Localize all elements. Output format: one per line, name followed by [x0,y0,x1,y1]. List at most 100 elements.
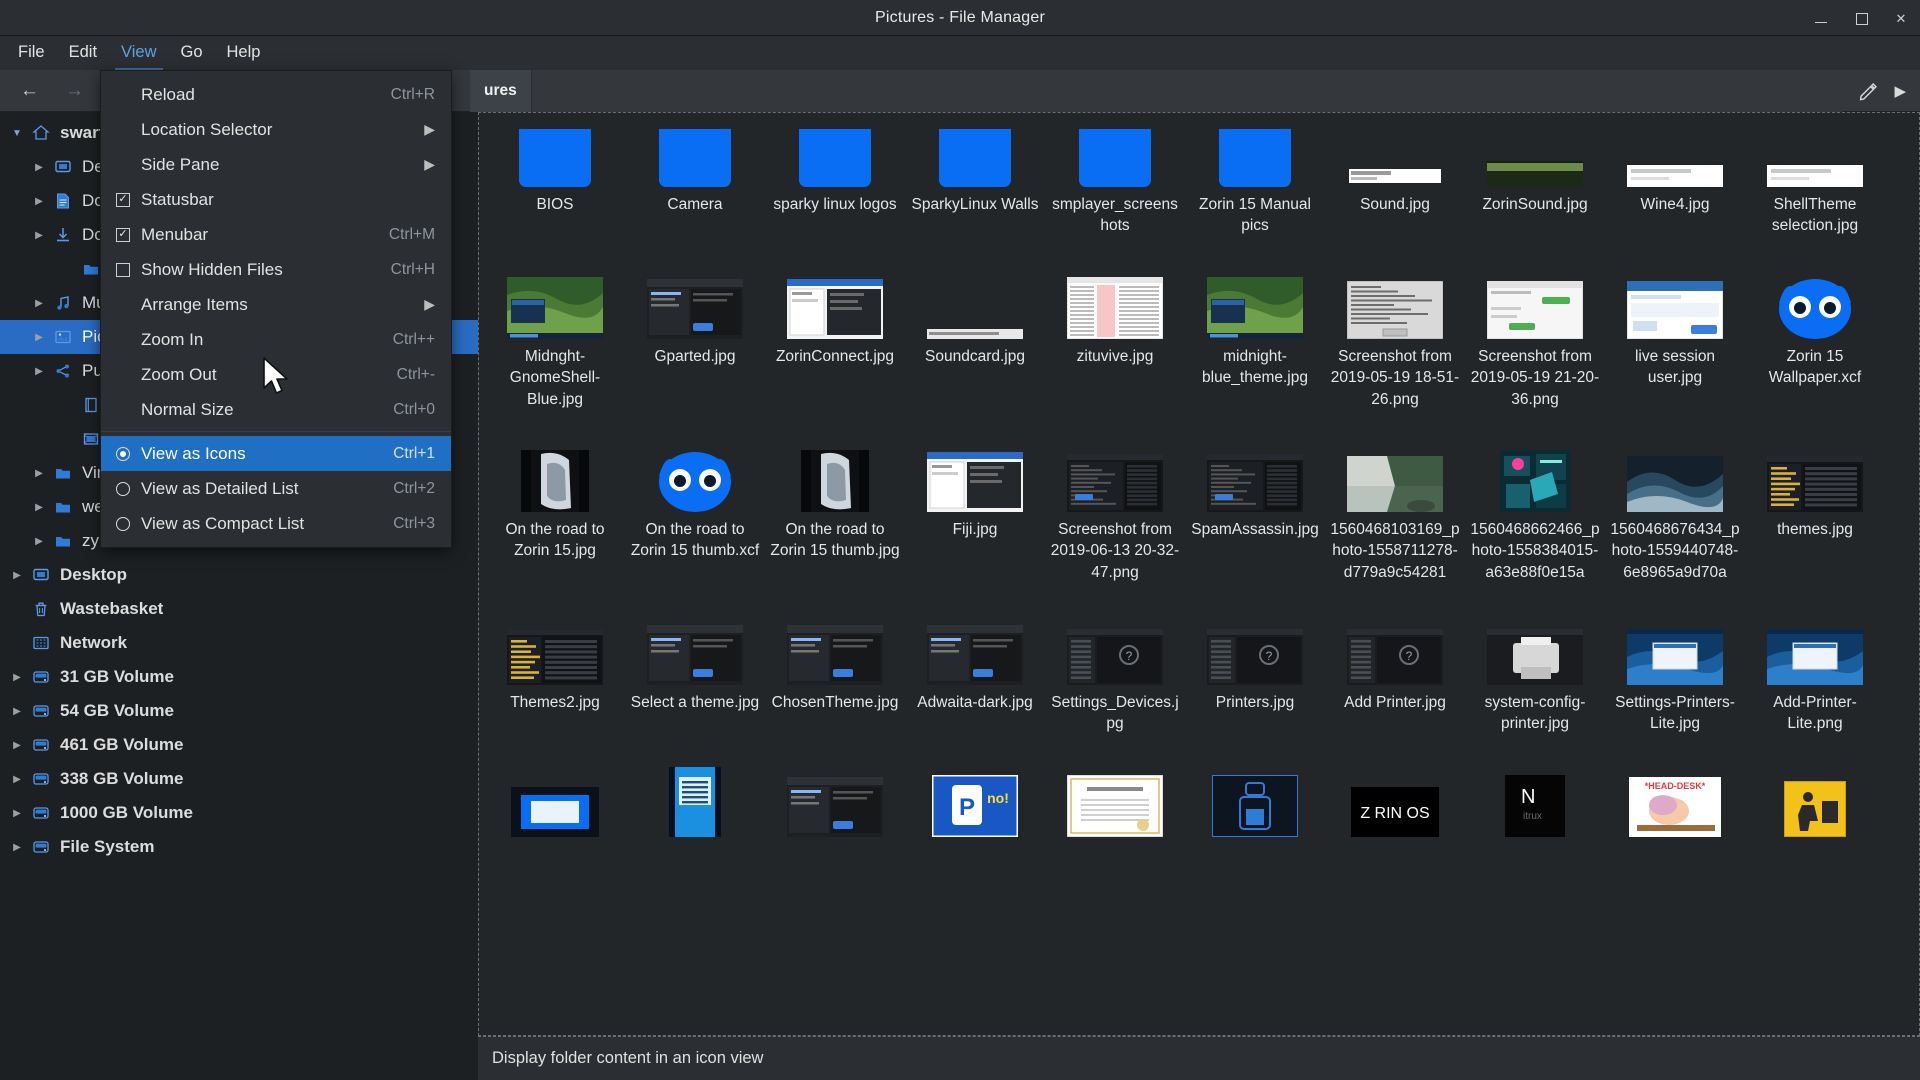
twisty-closed-icon[interactable]: ▶ [6,808,28,819]
view-menu-item-view-as-compact-list[interactable]: View as Compact ListCtrl+3 [101,506,451,541]
file-item[interactable]: Adwaita-dark.jpg [905,593,1045,745]
file-item[interactable]: On the road to Zorin 15 thumb.jpg [765,420,905,593]
file-item[interactable]: ?Settings_Devices.jpg [1045,593,1185,745]
file-grid-view[interactable]: BIOSCamerasparky linux logosSparkyLinux … [478,112,1920,1036]
file-item[interactable]: themes.jpg [1745,420,1885,593]
file-item[interactable]: smplayer_screenshots [1045,112,1185,247]
view-menu-item-show-hidden-files[interactable]: Show Hidden FilesCtrl+H [101,252,451,287]
file-item[interactable]: On the road to Zorin 15 thumb.xcf [625,420,765,593]
file-item[interactable]: 1560468676434_photo-1559440748-6e8965a9d… [1605,420,1745,593]
file-item[interactable]: Zorin 15 Wallpaper.xcf [1745,247,1885,420]
twisty-closed-icon[interactable]: ▶ [28,298,50,309]
file-item[interactable]: live session user.jpg [1605,247,1745,420]
file-item[interactable]: ChosenTheme.jpg [765,593,905,745]
menu-help[interactable]: Help [215,37,273,69]
twisty-closed-icon[interactable]: ▶ [6,774,28,785]
file-item[interactable]: On the road to Zorin 15.jpg [485,420,625,593]
forward-arrow-icon[interactable]: → [65,80,84,102]
file-item[interactable]: system-config-printer.jpg [1465,593,1605,745]
back-arrow-icon[interactable]: ← [20,80,39,102]
file-item[interactable] [625,745,765,854]
view-menu-item-view-as-detailed-list[interactable]: View as Detailed ListCtrl+2 [101,471,451,506]
file-item[interactable]: sparky linux logos [765,112,905,247]
view-menu-item-statusbar[interactable]: ✓Statusbar [101,182,451,217]
twisty-closed-icon[interactable]: ▶ [28,196,50,207]
twisty-closed-icon[interactable]: ▶ [28,468,50,479]
file-item[interactable]: Midnght-GnomeShell-Blue.jpg [485,247,625,420]
file-item[interactable]: Themes2.jpg [485,593,625,745]
chevron-right-icon[interactable]: ▶ [1894,70,1920,112]
file-item[interactable]: Sound.jpg [1325,112,1465,247]
view-menu-item-view-as-icons[interactable]: View as IconsCtrl+1 [101,436,451,471]
view-menu-item-side-pane[interactable]: Side Pane▶ [101,147,451,182]
file-item[interactable]: zituvive.jpg [1045,247,1185,420]
view-dropdown-menu[interactable]: ReloadCtrl+RLocation Selector▶Side Pane▶… [100,70,452,548]
twisty-open-icon[interactable]: ▼ [6,128,28,139]
file-item[interactable] [765,745,905,854]
twisty-closed-icon[interactable]: ▶ [28,162,50,173]
file-item[interactable]: SpamAssassin.jpg [1185,420,1325,593]
file-item[interactable]: Settings-Printers-Lite.jpg [1605,593,1745,745]
file-item[interactable]: Add-Printer-Lite.png [1745,593,1885,745]
sidebar-item-file-system[interactable]: ▶File System [0,830,478,864]
view-menu-item-reload[interactable]: ReloadCtrl+R [101,77,451,112]
file-item[interactable]: Screenshot from 2019-06-13 20-32-47.png [1045,420,1185,593]
pencil-icon[interactable] [1842,70,1894,112]
view-menu-item-menubar[interactable]: ✓MenubarCtrl+M [101,217,451,252]
file-item[interactable]: Gparted.jpg [625,247,765,420]
twisty-closed-icon[interactable]: ▶ [28,536,50,547]
file-item[interactable]: *HEAD-DESK* [1605,745,1745,854]
file-item[interactable]: BIOS [485,112,625,247]
file-item[interactable]: 1560468103169_photo-1558711278-d779a9c54… [1325,420,1465,593]
file-item[interactable] [1045,745,1185,854]
view-menu-item-arrange-items[interactable]: Arrange Items▶ [101,287,451,322]
twisty-closed-icon[interactable]: ▶ [6,740,28,751]
file-item[interactable]: ?Add Printer.jpg [1325,593,1465,745]
menu-edit[interactable]: Edit [57,37,109,69]
maximize-button[interactable] [1852,9,1870,27]
file-item[interactable]: Z RIN OS [1325,745,1465,854]
twisty-closed-icon[interactable]: ▶ [28,230,50,241]
sidebar-item-54-gb-volume[interactable]: ▶54 GB Volume [0,694,478,728]
breadcrumb[interactable]: ures [470,70,532,112]
sidebar-item-wastebasket[interactable]: Wastebasket [0,592,478,626]
path-empty-area[interactable] [532,70,1843,112]
file-item[interactable]: Screenshot from 2019-05-19 21-20-36.png [1465,247,1605,420]
sidebar-item-network[interactable]: Network [0,626,478,660]
menu-file[interactable]: File [6,37,57,69]
file-item[interactable]: SparkyLinux Walls [905,112,1045,247]
twisty-closed-icon[interactable]: ▶ [6,842,28,853]
sidebar-item-desktop[interactable]: ▶Desktop [0,558,478,592]
view-menu-item-location-selector[interactable]: Location Selector▶ [101,112,451,147]
file-item[interactable] [1185,745,1325,854]
twisty-closed-icon[interactable]: ▶ [28,332,50,343]
file-item[interactable] [1745,745,1885,854]
twisty-closed-icon[interactable]: ▶ [28,366,50,377]
sidebar-item-338-gb-volume[interactable]: ▶338 GB Volume [0,762,478,796]
file-item[interactable]: Screenshot from 2019-05-19 18-51-26.png [1325,247,1465,420]
sidebar-item-461-gb-volume[interactable]: ▶461 GB Volume [0,728,478,762]
twisty-closed-icon[interactable]: ▶ [6,706,28,717]
file-item[interactable]: ZorinSound.jpg [1465,112,1605,247]
minimize-button[interactable] [1812,9,1830,27]
menu-go[interactable]: Go [169,37,215,69]
file-item[interactable]: ShellTheme selection.jpg [1745,112,1885,247]
close-icon[interactable]: ✕ [1892,9,1910,27]
file-item[interactable]: Fiji.jpg [905,420,1045,593]
menu-view[interactable]: View [109,37,168,69]
sidebar-item-31-gb-volume[interactable]: ▶31 GB Volume [0,660,478,694]
file-item[interactable]: Wine4.jpg [1605,112,1745,247]
twisty-closed-icon[interactable]: ▶ [28,502,50,513]
file-item[interactable]: Zorin 15 Manual pics [1185,112,1325,247]
file-item[interactable]: Nitrux [1465,745,1605,854]
sidebar-item-1000-gb-volume[interactable]: ▶1000 GB Volume [0,796,478,830]
file-item[interactable]: Select a theme.jpg [625,593,765,745]
file-item[interactable]: Pno! [905,745,1045,854]
file-item[interactable]: ZorinConnect.jpg [765,247,905,420]
file-item[interactable] [485,745,625,854]
file-item[interactable]: midnight-blue_theme.jpg [1185,247,1325,420]
file-item[interactable]: 1560468662466_photo-1558384015-a63e88f0e… [1465,420,1605,593]
view-menu-item-zoom-in[interactable]: Zoom InCtrl++ [101,322,451,357]
twisty-closed-icon[interactable]: ▶ [6,672,28,683]
file-item[interactable]: Soundcard.jpg [905,247,1045,420]
